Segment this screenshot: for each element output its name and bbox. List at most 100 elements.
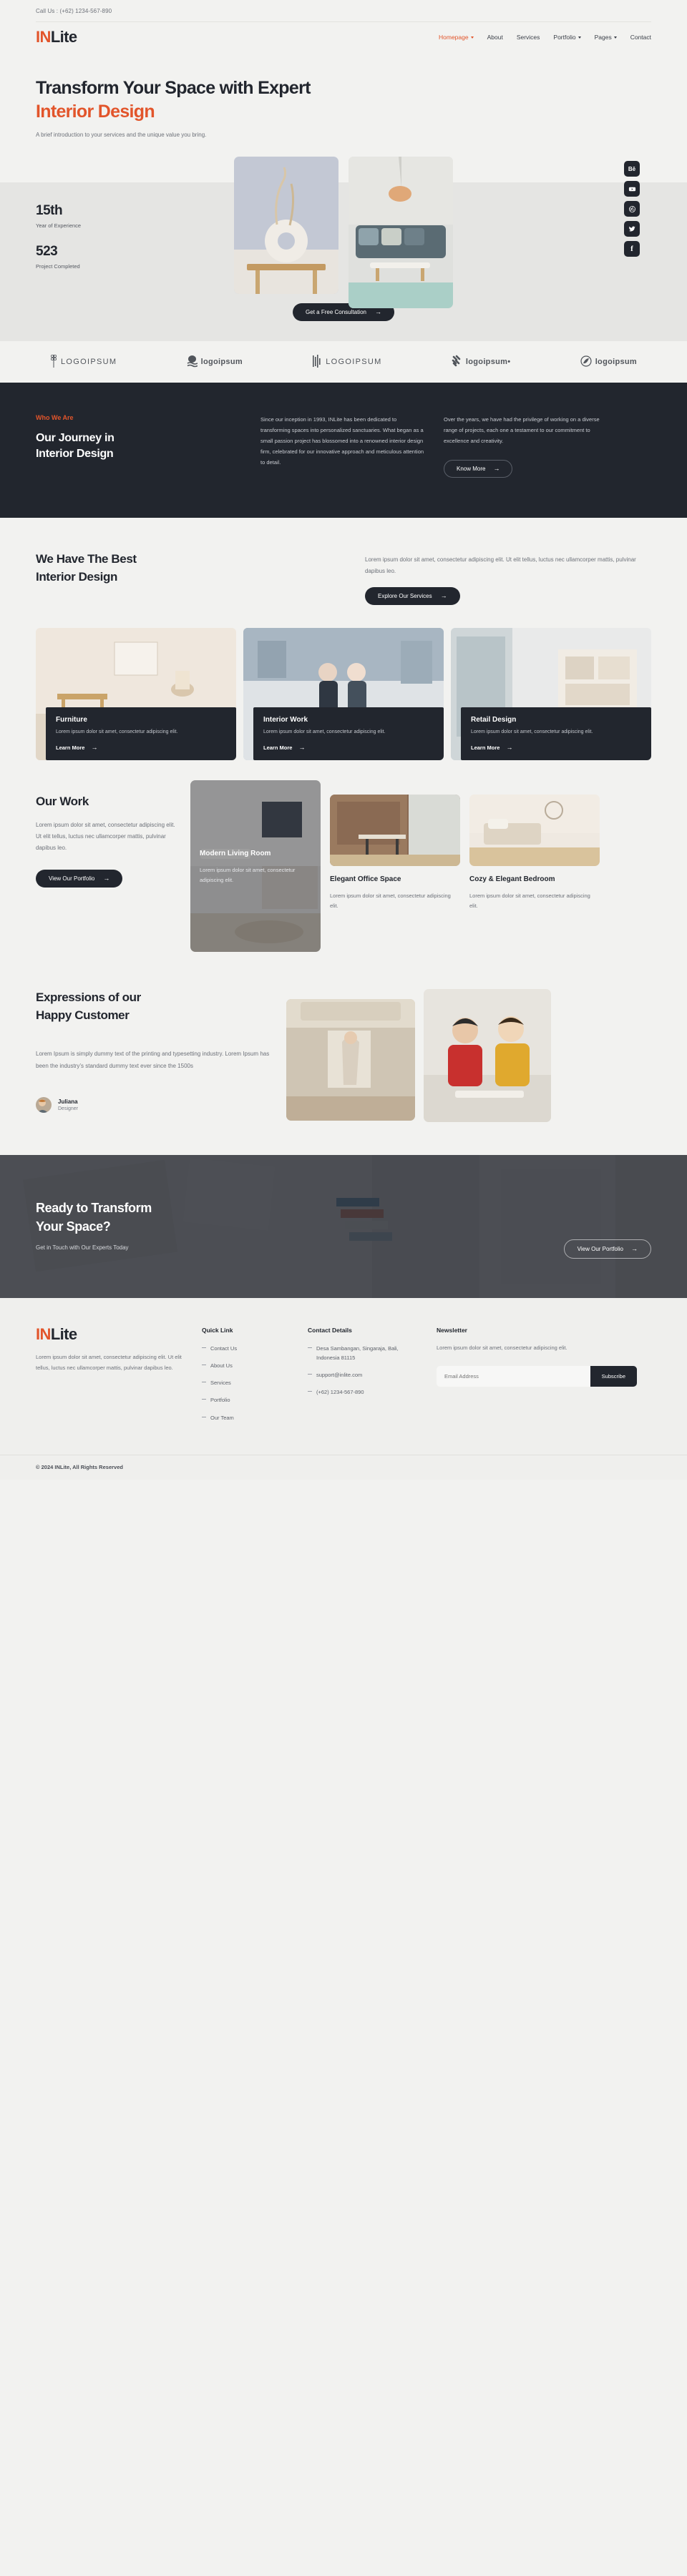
footer-contact-column: Contact Details Desa Sambangan, Singaraj… [308, 1327, 422, 1430]
nav-item-about[interactable]: About [487, 34, 503, 41]
nav-item-pages[interactable]: Pages [595, 34, 617, 41]
link-label: Services [210, 1380, 231, 1387]
hero-section: Transform Your Space with Expert Interio… [36, 52, 651, 138]
nav-item-services[interactable]: Services [517, 34, 540, 41]
footer-link-services[interactable]: Services [202, 1378, 293, 1387]
nav-label: Homepage [439, 34, 469, 41]
arrow-right-icon: → [631, 1245, 638, 1252]
footer-link-about-us[interactable]: About Us [202, 1361, 293, 1370]
project-card-elegant-office-space[interactable]: Elegant Office Space Lorem ipsum dolor s… [330, 795, 460, 952]
hero-title-line2: Interior Design [36, 102, 155, 122]
service-card-furniture[interactable]: Furniture Lorem ipsum dolor sit amet, co… [36, 628, 236, 760]
service-cards: Furniture Lorem ipsum dolor sit amet, co… [36, 628, 651, 760]
know-more-button[interactable]: Know More → [444, 460, 513, 478]
project-cards: Modern Living Room Lorem ipsum dolor sit… [190, 780, 600, 952]
footer: INLite Lorem ipsum dolor sit amet, conse… [0, 1298, 687, 1480]
client-logo-label: LOGOIPSUM [61, 358, 117, 366]
contact-label: Desa Sambangan, Singaraja, Bali, Indones… [316, 1345, 399, 1362]
footer-newsletter-title: Newsletter [437, 1327, 467, 1334]
facebook-icon[interactable]: f [624, 241, 640, 257]
view-portfolio-button[interactable]: View Our Portfolio → [36, 870, 123, 888]
twitter-icon[interactable] [624, 221, 640, 237]
vase-photo [234, 157, 338, 294]
subscribe-button[interactable]: Subscribe [590, 1365, 637, 1387]
dash-icon [308, 1347, 312, 1348]
project-card-cozy-elegant-bedroom[interactable]: Cozy & Elegant Bedroom Lorem ipsum dolor… [469, 795, 600, 952]
author-role: Designer [58, 1106, 79, 1111]
footer-contact-title: Contact Details [308, 1327, 352, 1334]
newsletter-form: Subscribe [437, 1365, 637, 1387]
footer-link-contact-us[interactable]: Contact Us [202, 1344, 293, 1353]
avatar [36, 1096, 52, 1113]
footer-logo[interactable]: INLite [36, 1327, 187, 1342]
service-card-interior-work[interactable]: Interior Work Lorem ipsum dolor sit amet… [243, 628, 444, 760]
footer-link-our-team[interactable]: Our Team [202, 1413, 293, 1422]
footer-link-portfolio[interactable]: Portfolio [202, 1395, 293, 1405]
nav-label: Portfolio [553, 34, 576, 41]
footer-quick-links-title: Quick Link [202, 1327, 233, 1334]
bars-icon [312, 354, 322, 370]
hero-title: Transform Your Space with Expert Interio… [36, 77, 651, 124]
client-logo-label: logoipsum [595, 358, 637, 366]
link-label: Portfolio [210, 1397, 230, 1404]
project-photo [330, 795, 460, 866]
testimonial-content: Expressions of our Happy Customer Lorem … [36, 989, 272, 1122]
client-logo-1: LOGOIPSUM [50, 353, 117, 371]
cta-subtitle: Get in Touch with Our Experts Today [36, 1244, 129, 1252]
testimonial-photo-1 [286, 999, 415, 1121]
hero-title-line1: Transform Your Space with Expert [36, 78, 311, 98]
work-heading: Our Work [36, 795, 89, 808]
button-label: View Our Portfolio [49, 875, 95, 882]
cta-band: Ready to Transform Your Space? Get in To… [0, 1155, 687, 1298]
arrow-right-icon: → [440, 592, 447, 599]
testimonial-author: Juliana Designer [36, 1096, 272, 1113]
link-label: Contact Us [210, 1345, 238, 1352]
project-card-modern-living-room[interactable]: Modern Living Room Lorem ipsum dolor sit… [190, 780, 321, 952]
learn-more-link[interactable]: Learn More → [471, 744, 641, 752]
about-column-2: Over the years, we have had the privileg… [444, 414, 610, 478]
logo[interactable]: INLite [36, 29, 77, 45]
work-intro: Our Work Lorem ipsum dolor sit amet, con… [36, 795, 179, 952]
footer-contact-phone[interactable]: (+62) 1234-567-890 [308, 1387, 422, 1397]
testimonial-photo-2 [424, 989, 551, 1122]
youtube-icon[interactable] [624, 181, 640, 197]
about-heading-line1: Our Journey in [36, 432, 114, 444]
card-text: Lorem ipsum dolor sit amet, consectetur … [263, 729, 386, 734]
button-label: Explore Our Services [378, 593, 432, 599]
project-text: Modern Living Room Lorem ipsum dolor sit… [200, 849, 311, 885]
wheat-icon [50, 353, 57, 371]
social-sidebar: Bē f [624, 161, 640, 257]
nav-item-homepage[interactable]: Homepage [439, 34, 474, 41]
cta-view-portfolio-button[interactable]: View Our Portfolio → [563, 1239, 651, 1259]
cta-button-wrapper: View Our Portfolio → [563, 1199, 651, 1259]
youtube-glyph [628, 187, 635, 191]
dribbble-icon[interactable] [624, 201, 640, 217]
nav-item-contact[interactable]: Contact [630, 34, 651, 41]
card-text: Lorem ipsum dolor sit amet, consectetur … [56, 729, 178, 734]
contact-label: (+62) 1234-567-890 [316, 1389, 364, 1396]
email-input[interactable] [437, 1365, 590, 1387]
nav-label: About [487, 34, 503, 41]
testimonial-heading-line2: Happy Customer [36, 1008, 130, 1022]
service-card-retail-design[interactable]: Retail Design Lorem ipsum dolor sit amet… [451, 628, 651, 760]
explore-services-button[interactable]: Explore Our Services → [365, 587, 460, 605]
client-logo-label: logoipsum [200, 358, 243, 366]
button-label: Know More [457, 466, 486, 472]
nav-item-portfolio[interactable]: Portfolio [553, 34, 581, 41]
learn-more-link[interactable]: Learn More → [56, 744, 226, 752]
hero-image-living-room [349, 157, 453, 308]
learn-more-link[interactable]: Learn More → [263, 744, 434, 752]
footer-newsletter-text: Lorem ipsum dolor sit amet, consectetur … [437, 1344, 567, 1351]
footer-contact-list: Desa Sambangan, Singaraja, Bali, Indones… [308, 1344, 422, 1397]
footer-contact-email[interactable]: support@inlite.com [308, 1370, 422, 1380]
card-title: Retail Design [471, 715, 517, 724]
footer-contact-address: Desa Sambangan, Singaraja, Bali, Indones… [308, 1344, 422, 1362]
topbar: Call Us : (+62) 1234-567-890 [0, 0, 687, 21]
project-title: Cozy & Elegant Bedroom [469, 875, 555, 883]
footer-logo-part-2: Lite [50, 1325, 77, 1343]
cta-heading-line1: Ready to Transform [36, 1201, 152, 1215]
card-text: Lorem ipsum dolor sit amet, consectetur … [471, 729, 593, 734]
nav-label: Pages [594, 34, 612, 41]
behance-icon[interactable]: Bē [624, 161, 640, 177]
about-paragraph-1: Since our inception in 1993, INLite has … [260, 416, 424, 466]
